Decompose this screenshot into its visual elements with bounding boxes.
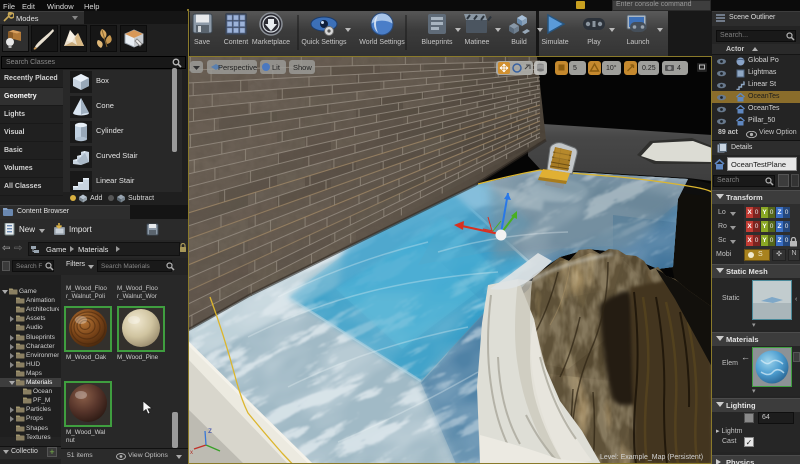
svg-text:Level: Example_Map (Persisten: Level: Example_Map (Persistent) xyxy=(600,454,703,461)
svg-text:5: 5 xyxy=(573,65,577,72)
svg-text:Show: Show xyxy=(293,63,312,72)
svg-text:Perspective: Perspective xyxy=(218,63,257,72)
svg-text:0.25: 0.25 xyxy=(642,65,656,72)
svg-text:z: z xyxy=(208,426,212,435)
svg-text:Lit: Lit xyxy=(272,63,281,72)
svg-text:10°: 10° xyxy=(606,64,617,72)
svg-text:4: 4 xyxy=(677,65,681,72)
svg-text:x: x xyxy=(190,450,193,456)
